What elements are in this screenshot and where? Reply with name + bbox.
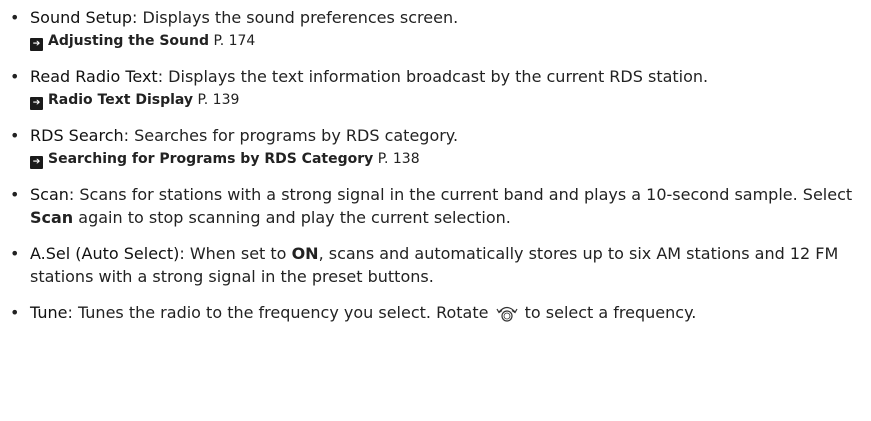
bullet-icon: •: [10, 67, 20, 86]
option-description: : Searches for programs by RDS category.: [123, 126, 459, 145]
option-description: : Tunes the radio to the frequency you s…: [67, 303, 494, 322]
option-description-cont: to select a frequency.: [519, 303, 697, 322]
list-item-rds-search: • RDS Search: Searches for programs by R…: [0, 124, 871, 170]
selector-knob-icon: [496, 304, 518, 328]
bullet-icon: •: [10, 303, 20, 322]
list-item-scan: • Scan: Scans for stations with a strong…: [0, 183, 871, 229]
option-term: A.Sel (Auto Select): [30, 244, 180, 263]
list-item-auto-select: • A.Sel (Auto Select): When set to ON, s…: [0, 242, 871, 288]
xref-page: P. 139: [193, 92, 240, 108]
option-term: Sound Setup: [30, 8, 133, 27]
bullet-icon: •: [10, 185, 20, 204]
option-description-cont: again to stop scanning and play the curr…: [73, 208, 511, 227]
cross-reference-link[interactable]: ➔ Searching for Programs by RDS Category …: [30, 148, 871, 170]
arrow-right-icon: ➔: [30, 97, 43, 110]
bullet-icon: •: [10, 126, 20, 145]
manual-page: • Sound Setup: Displays the sound prefer…: [0, 0, 871, 421]
list-item-sound-setup: • Sound Setup: Displays the sound prefer…: [0, 6, 871, 52]
option-term: Tune: [30, 303, 68, 322]
xref-page: P. 174: [209, 33, 256, 49]
option-description: : When set to: [179, 244, 292, 263]
list-item-tune: • Tune: Tunes the radio to the frequency…: [0, 301, 871, 328]
xref-page: P. 138: [373, 151, 420, 167]
xref-title: Radio Text Display: [48, 92, 194, 108]
cross-reference-link[interactable]: ➔ Radio Text Display P. 139: [30, 89, 871, 111]
option-term: Read Radio Text: [30, 67, 158, 86]
arrow-right-icon: ➔: [30, 38, 43, 51]
menu-option-list: • Sound Setup: Displays the sound prefer…: [0, 6, 871, 328]
bullet-icon: •: [10, 244, 20, 263]
keyword-on: ON: [291, 244, 319, 263]
option-term: RDS Search: [30, 126, 124, 145]
list-item-read-radio-text: • Read Radio Text: Displays the text inf…: [0, 65, 871, 111]
arrow-right-icon: ➔: [30, 156, 43, 169]
xref-title: Adjusting the Sound: [48, 33, 209, 49]
option-description: : Scans for stations with a strong signa…: [68, 185, 853, 204]
option-term: Scan: [30, 185, 69, 204]
option-description: : Displays the sound preferences screen.: [132, 8, 459, 27]
xref-title: Searching for Programs by RDS Category: [48, 151, 374, 167]
cross-reference-link[interactable]: ➔ Adjusting the Sound P. 174: [30, 30, 871, 52]
option-description: : Displays the text information broadcas…: [157, 67, 709, 86]
keyword-scan: Scan: [30, 208, 74, 227]
bullet-icon: •: [10, 8, 20, 27]
